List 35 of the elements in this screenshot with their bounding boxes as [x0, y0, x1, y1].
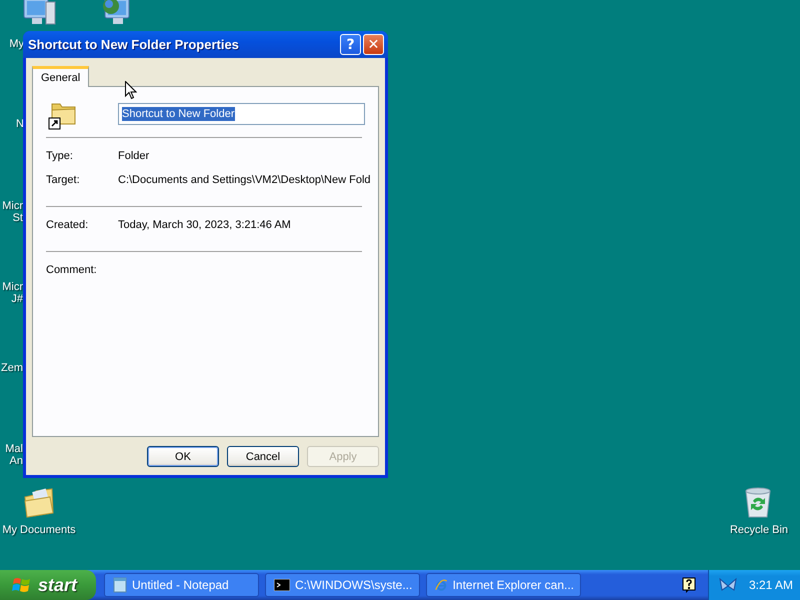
- browser-icon: [435, 577, 448, 593]
- taskbar-button[interactable]: Internet Explorer can...: [426, 573, 581, 597]
- desktop-icon-label[interactable]: N: [0, 118, 24, 130]
- tab[interactable]: General: [32, 66, 90, 87]
- property-label: Created:: [46, 219, 90, 231]
- taskbar-button[interactable]: Untitled - Notepad: [104, 573, 259, 597]
- property-label: Type:: [46, 150, 74, 162]
- property-label: Target:: [46, 174, 81, 186]
- property-value: C:\Documents and Settings\VM2\Desktop\New Fold: [118, 174, 371, 186]
- windows-flag-icon: [12, 576, 32, 594]
- desktop-icon-label[interactable]: My Documents: [2, 524, 76, 536]
- dialog-button[interactable]: Cancel: [227, 446, 299, 467]
- help-icon[interactable]: [682, 577, 696, 593]
- property-value: Today, March 30, 2023, 3:21:46 AM: [118, 219, 291, 231]
- name-field[interactable]: Shortcut to New Folder: [118, 103, 365, 125]
- desktop-icon-label[interactable]: Mal An: [0, 443, 23, 467]
- notepad-icon: [113, 577, 127, 593]
- console-icon: [274, 579, 290, 591]
- desktop-icon-label[interactable]: Micr St: [0, 200, 23, 224]
- close-button[interactable]: ✕: [363, 34, 384, 55]
- desktop-icon-label[interactable]: Zem: [0, 362, 23, 374]
- property-label: Comment:: [46, 264, 98, 276]
- desktop-icon-label[interactable]: Recycle Bin: [726, 524, 792, 536]
- desktop-icon-label[interactable]: My: [0, 38, 24, 50]
- start-button[interactable]: start: [0, 570, 96, 600]
- help-button[interactable]: ?: [340, 34, 361, 55]
- desktop-icon-label[interactable]: Micr J#: [0, 281, 23, 305]
- clock: 3:21 AM: [749, 578, 794, 592]
- folder-icon[interactable]: [22, 487, 56, 519]
- window-title: Shortcut to New Folder Properties: [28, 37, 240, 52]
- recycle-bin-icon[interactable]: [743, 487, 773, 519]
- taskbar-button[interactable]: C:\WINDOWS\syste...: [265, 573, 420, 597]
- property-value: Folder: [118, 150, 150, 162]
- dialog-button[interactable]: OK: [147, 446, 219, 467]
- network-icon[interactable]: [719, 578, 737, 592]
